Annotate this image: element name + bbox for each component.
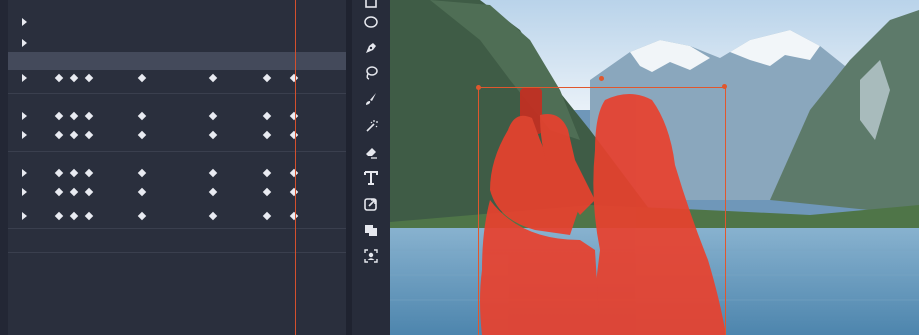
magic-wand-icon — [366, 120, 378, 132]
keyframe-diamond[interactable] — [69, 130, 79, 140]
expand-arrow-icon[interactable] — [22, 212, 27, 220]
text-tool[interactable] — [358, 167, 384, 189]
expand-arrow-icon[interactable] — [22, 169, 27, 177]
expand-arrow-icon[interactable] — [22, 18, 27, 26]
selection-handle[interactable] — [476, 85, 481, 90]
person-select-icon — [364, 249, 378, 263]
keyframe-diamond[interactable] — [262, 211, 272, 221]
export-icon — [364, 198, 377, 211]
ellipse-tool[interactable] — [358, 11, 384, 33]
keyframe-diamond[interactable] — [262, 111, 272, 121]
tool-bar — [352, 0, 390, 335]
keyframe-diamond[interactable] — [54, 168, 64, 178]
keyframe-diamond[interactable] — [137, 187, 147, 197]
ellipse-icon — [364, 16, 378, 28]
lasso-icon — [366, 66, 378, 80]
keyframe-diamond[interactable] — [137, 130, 147, 140]
lasso-tool[interactable] — [358, 62, 384, 84]
keyframe-diamond[interactable] — [69, 168, 79, 178]
keyframe-diamond[interactable] — [137, 73, 147, 83]
keyframe-diamond[interactable] — [289, 73, 299, 83]
selection-handle[interactable] — [599, 76, 604, 81]
keyframe-diamond[interactable] — [289, 168, 299, 178]
keyframe-diamond[interactable] — [289, 111, 299, 121]
keyframe-diamond[interactable] — [69, 73, 79, 83]
timeline-panel — [0, 0, 352, 335]
keyframe-diamond[interactable] — [84, 168, 94, 178]
keyframe-diamond[interactable] — [289, 130, 299, 140]
keyframe-diamond[interactable] — [262, 130, 272, 140]
selection-handle[interactable] — [722, 84, 727, 89]
keyframe-diamond[interactable] — [208, 73, 218, 83]
keyframe-diamond[interactable] — [208, 130, 218, 140]
pen-tool[interactable] — [358, 37, 384, 59]
magic-wand-tool[interactable] — [358, 115, 384, 137]
brush-icon — [366, 93, 376, 105]
shapes-icon — [365, 225, 377, 236]
eraser-icon — [366, 148, 377, 159]
keyframe-diamond[interactable] — [262, 168, 272, 178]
shapes-tool[interactable] — [358, 219, 384, 241]
pen-icon — [366, 43, 376, 53]
keyframe-diamond[interactable] — [262, 73, 272, 83]
selection-bounding-box[interactable] — [478, 87, 726, 335]
rectangle-icon — [365, 0, 377, 8]
timeline-left-edge — [0, 0, 8, 335]
keyframe-diamond[interactable] — [69, 211, 79, 221]
keyframe-diamond[interactable] — [84, 187, 94, 197]
keyframe-diamond[interactable] — [54, 211, 64, 221]
keyframe-diamond[interactable] — [84, 211, 94, 221]
keyframe-diamond[interactable] — [208, 211, 218, 221]
playhead[interactable] — [295, 0, 296, 335]
expand-arrow-icon[interactable] — [22, 131, 27, 139]
expand-arrow-icon[interactable] — [22, 188, 27, 196]
keyframe-diamond[interactable] — [262, 187, 272, 197]
keyframe-diamond[interactable] — [84, 73, 94, 83]
person-select-tool[interactable] — [358, 245, 384, 267]
keyframe-diamond[interactable] — [54, 73, 64, 83]
keyframe-diamond[interactable] — [208, 168, 218, 178]
expand-arrow-icon[interactable] — [22, 74, 27, 82]
keyframe-diamond[interactable] — [208, 111, 218, 121]
expand-arrow-icon[interactable] — [22, 112, 27, 120]
keyframe-diamond[interactable] — [54, 111, 64, 121]
keyframe-diamond[interactable] — [208, 187, 218, 197]
keyframe-diamond[interactable] — [84, 130, 94, 140]
keyframe-diamond[interactable] — [84, 111, 94, 121]
keyframe-diamond[interactable] — [137, 168, 147, 178]
keyframe-diamond[interactable] — [54, 130, 64, 140]
keyframe-diamond[interactable] — [137, 211, 147, 221]
brush-tool[interactable] — [358, 88, 384, 110]
text-icon — [364, 171, 378, 185]
eraser-tool[interactable] — [358, 141, 384, 163]
image-canvas[interactable] — [390, 0, 919, 335]
keyframe-diamond[interactable] — [69, 111, 79, 121]
keyframe-diamond[interactable] — [289, 187, 299, 197]
expand-arrow-icon[interactable] — [22, 39, 27, 47]
keyframe-diamond[interactable] — [289, 211, 299, 221]
export-tool[interactable] — [358, 193, 384, 215]
keyframe-diamond[interactable] — [54, 187, 64, 197]
keyframe-diamond[interactable] — [137, 111, 147, 121]
keyframe-diamond[interactable] — [69, 187, 79, 197]
